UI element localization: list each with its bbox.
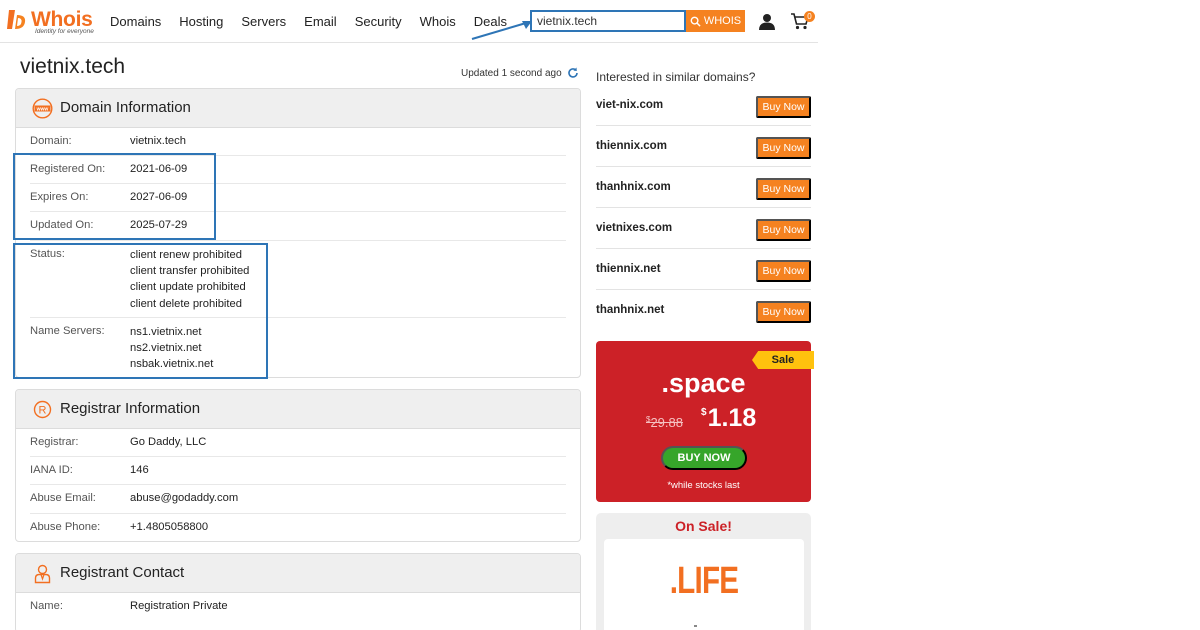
similar-domain-name[interactable]: thiennix.net: [596, 263, 661, 275]
dates-highlight-box: [13, 153, 216, 240]
registrant-contact-header: Registrant Contact: [16, 554, 580, 593]
nav-domains[interactable]: Domains: [110, 14, 161, 29]
similar-domain-name[interactable]: vietnixes.com: [596, 222, 672, 234]
buy-now-button[interactable]: Buy Now: [756, 137, 811, 159]
logo-tagline: Identity for everyone: [35, 28, 94, 35]
registrar-information-panel: R Registrar Information Registrar: Go Da…: [15, 389, 581, 542]
buy-now-button[interactable]: Buy Now: [756, 178, 811, 200]
main-nav: Domains Hosting Servers Email Security W…: [110, 14, 525, 29]
nav-whois[interactable]: Whois: [420, 14, 456, 29]
domain-information-header: www Domain Information: [16, 89, 580, 128]
promo-note: *while stocks last: [667, 480, 740, 491]
similar-domain-item: thanhnix.com Buy Now: [596, 167, 811, 208]
registrar-label: Registrar:: [30, 436, 79, 448]
logo-mark-icon: [7, 10, 26, 29]
similar-domain-name[interactable]: thiennix.com: [596, 140, 667, 152]
abuse-phone-row: Abuse Phone: +1.4805058800: [30, 514, 566, 541]
on-sale-tld: .LIFE: [669, 560, 739, 602]
new-price-value: 1.18: [707, 404, 757, 432]
svg-text:R: R: [39, 405, 47, 417]
abuse-phone-value: +1.4805058800: [130, 521, 209, 533]
registrar-row: Registrar: Go Daddy, LLC: [30, 429, 566, 457]
buy-now-button[interactable]: Buy Now: [756, 260, 811, 282]
registrant-contact-title: Registrant Contact: [60, 564, 185, 581]
last-updated-text: Updated 1 second ago: [461, 67, 562, 79]
user-account-icon[interactable]: [759, 13, 775, 30]
iana-id-value: 146: [130, 464, 149, 476]
similar-domains-title: Interested in similar domains?: [596, 70, 756, 84]
annotation-arrow-icon: [471, 21, 532, 40]
status-nameservers-highlight-box: [13, 243, 268, 379]
new-price: $1.18: [701, 404, 756, 433]
buy-now-button[interactable]: Buy Now: [756, 96, 811, 118]
abuse-email-value: abuse@godaddy.com: [130, 492, 239, 504]
old-price: $29.88: [646, 415, 683, 430]
registered-mark-icon: R: [33, 400, 52, 419]
domain-value: vietnix.tech: [130, 135, 186, 147]
similar-domain-item: thiennix.com Buy Now: [596, 126, 811, 167]
contact-person-icon: [34, 564, 51, 584]
top-navigation-bar: Whois Identity for everyone Domains Host…: [0, 0, 818, 43]
search-icon: [690, 16, 701, 27]
sale-ribbon: Sale: [752, 351, 814, 369]
domain-row: Domain: vietnix.tech: [30, 128, 566, 156]
similar-domain-item: vietnixes.com Buy Now: [596, 208, 811, 249]
whois-search-button[interactable]: WHOIS: [686, 10, 745, 32]
cart-count-badge: 0: [804, 11, 815, 22]
new-price-currency: $: [701, 407, 707, 418]
registrar-value: Go Daddy, LLC: [130, 436, 207, 448]
domain-information-title: Domain Information: [60, 99, 191, 116]
registrant-name-value: Registration Private: [130, 600, 228, 612]
registrar-information-title: Registrar Information: [60, 400, 201, 417]
whois-logo[interactable]: Whois Identity for everyone: [6, 6, 98, 36]
abuse-email-row: Abuse Email: abuse@godaddy.com: [30, 485, 566, 514]
similar-domain-item: thanhnix.net Buy Now: [596, 290, 811, 331]
registrant-contact-panel: Registrant Contact Name: Registration Pr…: [15, 553, 581, 630]
similar-domain-item: thiennix.net Buy Now: [596, 249, 811, 290]
similar-domain-name[interactable]: thanhnix.net: [596, 304, 664, 316]
registrant-name-label: Name:: [30, 600, 63, 612]
similar-domain-name[interactable]: thanhnix.com: [596, 181, 671, 193]
abuse-email-label: Abuse Email:: [30, 492, 96, 504]
old-price-value: 29.88: [650, 415, 683, 430]
last-updated: Updated 1 second ago: [461, 67, 579, 79]
page-title: vietnix.tech: [20, 55, 126, 78]
similar-domain-name[interactable]: viet-nix.com: [596, 99, 663, 111]
nav-security[interactable]: Security: [355, 14, 402, 29]
iana-id-label: IANA ID:: [30, 464, 73, 476]
on-sale-indicator: [694, 625, 697, 627]
on-sale-title: On Sale!: [675, 518, 732, 534]
nav-hosting[interactable]: Hosting: [179, 14, 223, 29]
abuse-phone-label: Abuse Phone:: [30, 521, 101, 533]
iana-id-row: IANA ID: 146: [30, 457, 566, 485]
domain-search-input[interactable]: [530, 10, 686, 32]
registrar-information-header: R Registrar Information: [16, 390, 580, 429]
domain-label: Domain:: [30, 135, 72, 147]
buy-now-button[interactable]: Buy Now: [756, 219, 811, 241]
registrant-name-row: Name: Registration Private: [30, 593, 566, 621]
nav-email[interactable]: Email: [304, 14, 337, 29]
www-globe-icon: www: [32, 98, 53, 119]
promo-buy-now-button[interactable]: BUY NOW: [661, 446, 747, 470]
buy-now-button[interactable]: Buy Now: [756, 301, 811, 323]
svg-text:www: www: [36, 106, 49, 112]
nav-servers[interactable]: Servers: [241, 14, 286, 29]
similar-domain-item: viet-nix.com Buy Now: [596, 85, 811, 126]
whois-button-label: WHOIS: [703, 15, 742, 27]
refresh-icon[interactable]: [567, 67, 579, 79]
promo-tld: .space: [661, 368, 746, 398]
